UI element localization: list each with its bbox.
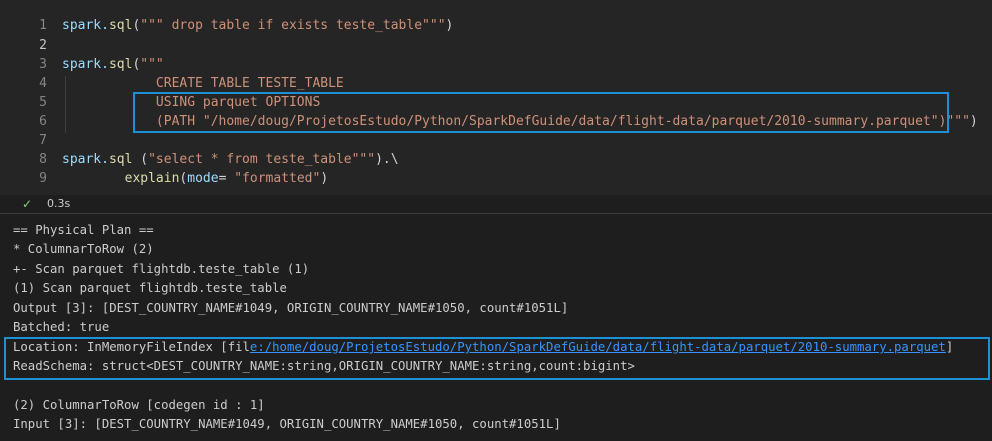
code-line[interactable]: 3 spark.sql(""" <box>0 55 992 74</box>
check-icon: ✓ <box>22 197 33 211</box>
code-token: "formatted" <box>234 171 321 186</box>
output-line: == Physical Plan == <box>13 223 154 237</box>
notebook-cell[interactable]: 1 spark.sql(""" drop table if exists test… <box>0 0 992 213</box>
code-token: = <box>218 171 235 186</box>
code-token: CREATE TABLE TESTE_TABLE <box>62 76 344 91</box>
line-number: 2 <box>39 38 47 53</box>
cell-status-bar: ✓ 0.3s <box>0 195 992 213</box>
line-number: 4 <box>39 76 47 91</box>
code-token: explain <box>124 171 180 186</box>
code-token: ) <box>445 18 454 33</box>
cell-output: == Physical Plan == * ColumnarToRow (2) … <box>0 214 992 441</box>
code-line[interactable]: 1 spark.sql(""" drop table if exists test… <box>0 16 992 35</box>
code-token: "select * from teste_table""" <box>148 152 376 167</box>
code-token: spark. <box>62 18 109 33</box>
output-line: Output [3]: [DEST_COUNTRY_NAME#1049, ORI… <box>13 301 569 315</box>
highlight-box-location <box>4 337 990 380</box>
code-token: sql <box>108 57 133 72</box>
code-text: spark.sql ("select * from teste_table"""… <box>62 150 399 169</box>
code-token: """ drop table if exists teste_table""" <box>140 18 446 33</box>
code-line[interactable]: 8 spark.sql ("select * from teste_table""… <box>0 150 992 169</box>
code-text: spark.sql(""" drop table if exists teste… <box>62 16 453 35</box>
code-token: sql <box>108 18 133 33</box>
line-number: 1 <box>39 18 47 33</box>
line-number: 6 <box>39 114 47 129</box>
code-text: explain(mode= "formatted") <box>62 169 329 188</box>
line-number: 8 <box>39 152 47 167</box>
line-number: 9 <box>39 171 47 186</box>
line-number: 7 <box>39 133 47 148</box>
code-token: ) <box>969 114 978 129</box>
code-token: spark. <box>62 57 109 72</box>
code-editor[interactable]: 1 spark.sql(""" drop table if exists test… <box>0 0 992 195</box>
output-line: Batched: true <box>13 320 110 334</box>
code-text: spark.sql(""" <box>62 55 164 74</box>
output-line: +- Scan parquet flightdb.teste_table (1) <box>13 262 310 276</box>
code-text: CREATE TABLE TESTE_TABLE <box>62 74 344 93</box>
code-line[interactable]: 7 <box>0 131 992 150</box>
code-line[interactable]: 2 <box>0 36 992 55</box>
highlight-box-using-options <box>133 92 949 133</box>
code-line[interactable]: 9 explain(mode= "formatted") <box>0 169 992 188</box>
code-line[interactable]: 4 CREATE TABLE TESTE_TABLE <box>0 74 992 93</box>
code-token: """ <box>140 57 164 72</box>
code-token: ) <box>320 171 329 186</box>
code-token: ( <box>132 152 149 167</box>
output-line: * ColumnarToRow (2) <box>13 242 154 256</box>
code-token: sql <box>108 152 133 167</box>
output-line: (2) ColumnarToRow [codegen id : 1] <box>13 398 265 412</box>
output-line: Input [3]: [DEST_COUNTRY_NAME#1049, ORIG… <box>13 417 561 431</box>
line-number: 5 <box>39 95 47 110</box>
code-token: spark. <box>62 152 109 167</box>
code-token: mode <box>187 171 219 186</box>
output-line: (1) Scan parquet flightdb.teste_table <box>13 281 287 295</box>
line-number: 3 <box>39 57 47 72</box>
execution-time: 0.3s <box>47 197 71 210</box>
code-token: ).\ <box>375 152 399 167</box>
